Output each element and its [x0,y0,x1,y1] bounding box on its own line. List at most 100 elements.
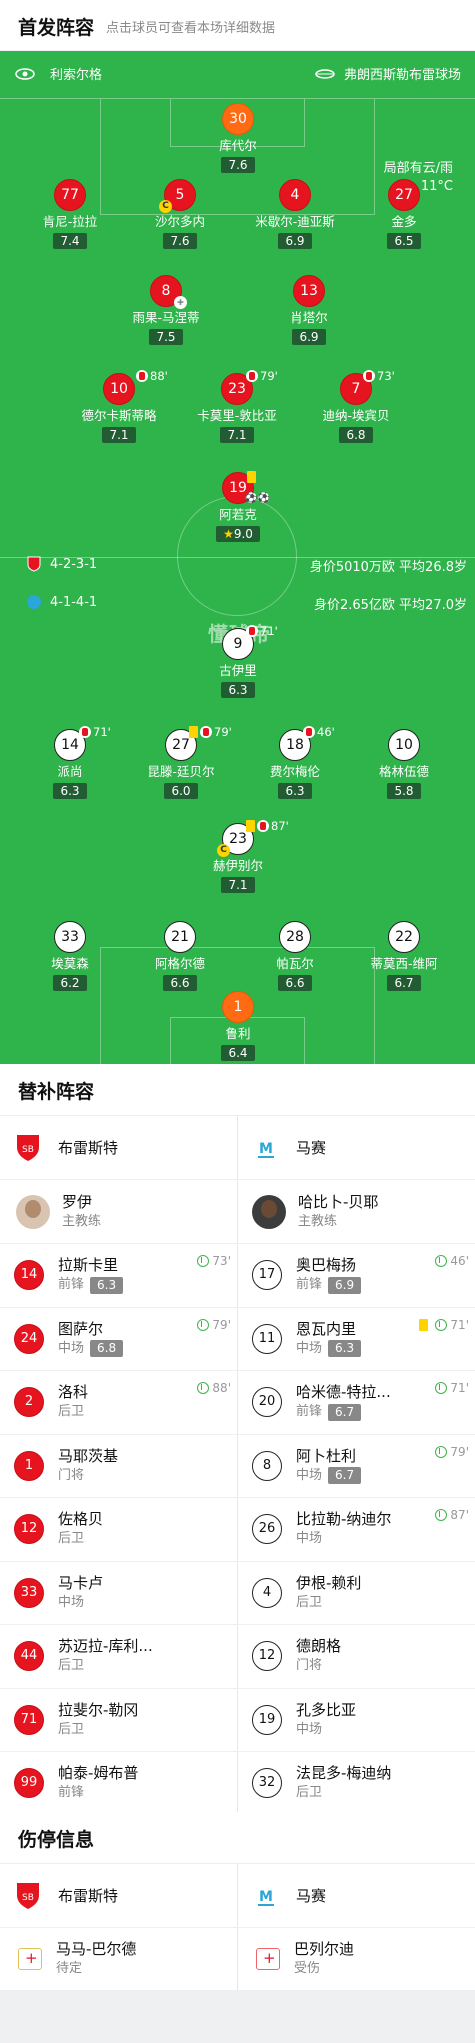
sub-row: 12 佐格贝 后卫 26 比拉勒-纳迪尔 中场 87' [0,1498,475,1562]
away-coach[interactable]: 哈比卜-贝耶 主教练 [238,1180,475,1243]
player-away-10[interactable]: 10 格林伍德 5.8 [349,729,459,799]
player-number: 33 [54,921,86,953]
player-rating: 5.8 [387,783,421,799]
player-rating: 6.2 [53,975,87,991]
player-name: 昆滕-廷贝尔 [147,764,215,779]
player-name: 阿卜杜利 [296,1446,357,1465]
sub-minute: 79' [214,725,232,739]
home-injured-player[interactable]: 马马-巴尔德待定 [0,1928,237,1990]
sub-off-icon [246,625,258,637]
away-sub-player[interactable]: 17 奥巴梅扬 前锋 6.9 46' [238,1244,475,1307]
away-team-cell[interactable]: M 马赛 [238,1864,475,1927]
home-team-cell[interactable]: SB 布雷斯特 [0,1864,237,1927]
away-sub-player[interactable]: 20 哈米德-特拉... 前锋 6.7 71' [238,1371,475,1434]
player-name: 比拉勒-纳迪尔 [296,1510,392,1529]
away-sub-player[interactable]: 11 恩瓦内里 中场 6.3 71' [238,1308,475,1371]
player-number: 4 [279,179,311,211]
player-name: 雨果-马涅蒂 [132,310,200,325]
sub-row: 24 图萨尔 中场 6.8 79' 11 恩瓦内里 中场 6.3 71' [0,1308,475,1371]
sub-minute: 87' [450,1508,469,1522]
away-injured-player[interactable]: 巴列尔迪受伤 [238,1928,475,1990]
player-home-23[interactable]: 23 卡莫里-敦比亚 7.1 [182,373,292,443]
venue: 弗朗西斯勒布雷球场 [314,64,461,83]
player-away-9[interactable]: 9 古伊里 6.3 [183,628,293,698]
player-position: 中场 [296,1531,323,1547]
player-away-33[interactable]: 33 埃莫森 6.2 [15,921,125,991]
home-team-name: 布雷斯特 [58,1139,119,1157]
home-coach[interactable]: 罗伊 主教练 [0,1180,237,1243]
player-rating: 6.6 [278,975,312,991]
player-number: 77 [54,179,86,211]
player-number: 4 [252,1577,282,1608]
player-position: 后卫 [296,1785,323,1801]
sub-off-indicator: 79' [246,369,278,383]
captain-badge: C [217,844,230,857]
player-home-77[interactable]: 77 肯尼-拉拉 7.4 [15,179,125,249]
player-name: 埃莫森 [51,956,89,971]
player-number: 21 [164,921,196,953]
teams-bar: 利索尔格 弗朗西斯勒布雷球场 [0,51,475,99]
home-sub-player[interactable]: 33 马卡卢 中场 [0,1562,237,1625]
player-rating: 6.7 [328,1403,362,1421]
home-sub-player[interactable]: 99 帕泰-姆布普 前锋 [0,1752,237,1815]
player-home-10[interactable]: 10 德尔卡斯蒂略 7.1 [64,373,174,443]
home-sub-player[interactable]: 71 拉斐尔-勒冈 后卫 [0,1689,237,1752]
away-sub-player[interactable]: 12 德朗格 门将 [238,1625,475,1688]
player-number: 23 [229,831,247,847]
sub-minute: 73' [212,1254,231,1268]
home-team-name: 布雷斯特 [58,1887,119,1905]
away-team-cell[interactable]: M 马赛 [238,1116,475,1179]
home-sub-player[interactable]: 44 苏迈拉-库利... 后卫 [0,1625,237,1688]
player-home-5[interactable]: 5 C 沙尔多内 7.6 [125,179,235,249]
player-home-4[interactable]: 4 米歇尔-迪亚斯 6.9 [240,179,350,249]
player-rating: 7.1 [102,427,136,443]
player-away-1[interactable]: 1 鲁利 6.4 [183,991,293,1061]
player-away-23[interactable]: 23 C 赫伊别尔 7.1 [183,823,293,893]
coach-role: 主教练 [62,1213,102,1229]
away-sub-player[interactable]: 32 法昆多-梅迪纳 后卫 [238,1752,475,1815]
player-name: 奥巴梅扬 [296,1256,357,1275]
sub-minute: 71' [93,725,111,739]
medical-kit-icon [256,1948,280,1970]
player-home-7[interactable]: 7 迪纳-埃宾贝 6.8 [301,373,411,443]
home-team[interactable]: 利索尔格 [14,64,102,83]
home-sub-player[interactable]: 2 洛科 后卫 88' [0,1371,237,1434]
sub-minute: 73' [377,369,395,383]
player-home-19[interactable]: 19 阿若克 ★9.0 [183,472,293,542]
player-home-13[interactable]: 13 肖塔尔 6.9 [254,275,364,345]
player-away-22[interactable]: 22 蒂莫西-维阿 6.7 [349,921,459,991]
sub-on-indicator: 71' [419,1318,469,1332]
player-name: 伊根-赖利 [296,1573,362,1592]
player-away-21[interactable]: 21 阿格尔德 6.6 [125,921,235,991]
home-sub-player[interactable]: 14 拉斯卡里 前锋 6.3 73' [0,1244,237,1307]
player-number: 32 [252,1768,282,1799]
player-away-14[interactable]: 14 派尚 6.3 [15,729,125,799]
player-away-28[interactable]: 28 帕瓦尔 6.6 [240,921,350,991]
sub-minute: 46' [317,725,335,739]
player-home-30[interactable]: 30 库代尔 7.6 [183,103,293,173]
away-sub-player[interactable]: 8 阿卜杜利 中场 6.7 79' [238,1435,475,1498]
home-sub-player[interactable]: 24 图萨尔 中场 6.8 79' [0,1308,237,1371]
player-rating: 6.8 [90,1340,124,1358]
away-sub-player[interactable]: 26 比拉勒-纳迪尔 中场 87' [238,1498,475,1561]
player-number: 20 [252,1387,282,1418]
home-team-cell[interactable]: SB 布雷斯特 [0,1116,237,1179]
home-sub-player[interactable]: 1 马耶茨基 门将 [0,1435,237,1498]
player-home-27[interactable]: 27 金多 6.5 [349,179,459,249]
away-sub-player[interactable]: 19 孔多比亚 中场 [238,1689,475,1752]
home-sub-player[interactable]: 12 佐格贝 后卫 [0,1498,237,1561]
sub-on-icon [435,1382,448,1394]
player-number: 10 [388,729,420,761]
player-home-8[interactable]: 8 ✚ 雨果-马涅蒂 7.5 [111,275,221,345]
player-away-18[interactable]: 18 费尔梅伦 6.3 [240,729,350,799]
sub-on-icon [435,1445,448,1458]
player-rating: 7.1 [220,427,254,443]
stadium-icon [315,68,335,79]
subs-section-header: 替补阵容 [0,1064,475,1116]
sub-row: 1 马耶茨基 门将 8 阿卜杜利 中场 6.7 79' [0,1435,475,1498]
player-name: 洛科 [58,1383,89,1402]
player-away-27[interactable]: 27 昆滕-廷贝尔 6.0 [126,729,236,799]
away-sub-player[interactable]: 4 伊根-赖利 后卫 [238,1562,475,1625]
svg-text:SB: SB [22,1145,34,1155]
player-number: 14 [14,1260,44,1291]
